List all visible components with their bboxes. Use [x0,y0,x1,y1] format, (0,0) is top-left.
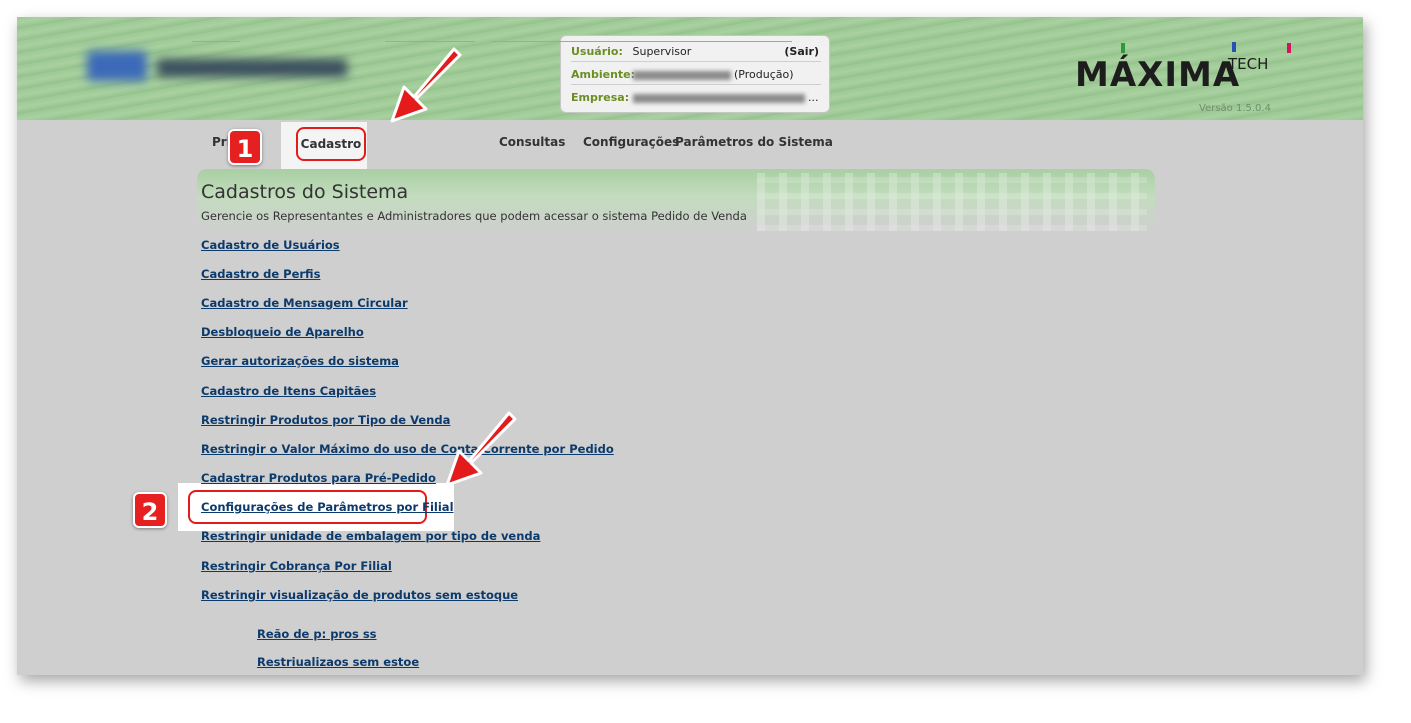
link-cadastrar-produtos-pre-pedido[interactable]: Cadastrar Produtos para Pré-Pedido [201,471,436,485]
panel-decoration [757,173,1147,231]
content-panel-header: Cadastros do Sistema Gerencie os Represe… [197,169,1155,231]
step-badge-2: 2 [133,492,167,528]
app-window: Usuário: Supervisor (Sair) Ambiente: (Pr… [17,17,1363,675]
tab-cadastro[interactable]: Cadastro [296,127,366,161]
user-label: Usuário: [571,45,623,58]
tab-underline [385,41,475,42]
link-cadastro-perfis[interactable]: Cadastro de Perfis [201,267,320,281]
ghost-link-2[interactable]: Restriualizaos sem estoe [257,655,419,669]
ghost-link-1[interactable]: Reão de p: pros ss [257,627,377,641]
link-cadastro-usuarios[interactable]: Cadastro de Usuários [201,238,340,252]
user-value: Supervisor [632,45,692,58]
brand-name: MÁXIMA [1075,55,1241,95]
link-configuracoes-parametros-filial[interactable]: Configurações de Parâmetros por Filial [201,500,454,514]
environment-value: (Produção) [734,68,794,81]
tab-underline [492,41,792,42]
link-cadastro-itens-capitaes[interactable]: Cadastro de Itens Capitães [201,384,376,398]
link-restringir-unidade-embalagem[interactable]: Restringir unidade de embalagem por tipo… [201,529,540,543]
company-logo [87,49,357,85]
environment-label: Ambiente: [571,68,636,81]
tab-underline [192,41,240,42]
page-title: Cadastros do Sistema [201,181,409,203]
user-info-box: Usuário: Supervisor (Sair) Ambiente: (Pr… [560,35,830,113]
link-desbloqueio-aparelho[interactable]: Desbloqueio de Aparelho [201,325,364,339]
link-restringir-visualizacao-sem-estoque[interactable]: Restringir visualização de produtos sem … [201,588,518,602]
version-label: Versão 1.5.0.4 [1199,103,1271,114]
link-restringir-produtos-tipo-venda[interactable]: Restringir Produtos por Tipo de Venda [201,413,450,427]
environment-redacted [632,70,731,80]
arrow-icon [445,411,517,487]
company-redacted [632,93,805,103]
arrow-icon [390,47,462,123]
maxima-tech-logo: MÁXIMA TECH [1075,41,1295,95]
tab-consultas[interactable]: Consultas [499,135,565,155]
logout-link[interactable]: (Sair) [784,42,819,62]
tab-configuracoes[interactable]: Configurações [583,135,679,155]
tab-parametros-sistema[interactable]: Parâmetros do Sistema [675,135,833,155]
link-restringir-cobranca-filial[interactable]: Restringir Cobrança Por Filial [201,559,392,573]
link-gerar-autorizacoes[interactable]: Gerar autorizações do sistema [201,354,399,368]
link-cadastro-mensagem-circular[interactable]: Cadastro de Mensagem Circular [201,296,408,310]
link-restringir-valor-maximo[interactable]: Restringir o Valor Máximo do uso de Cont… [201,442,614,456]
header-bar: Usuário: Supervisor (Sair) Ambiente: (Pr… [17,17,1363,120]
company-label: Empresa: [571,91,630,104]
page-subtitle: Gerencie os Representantes e Administrad… [201,209,747,223]
company-suffix: ... [808,91,819,104]
step-badge-1: 1 [228,129,262,165]
brand-tech: TECH [1228,55,1269,73]
